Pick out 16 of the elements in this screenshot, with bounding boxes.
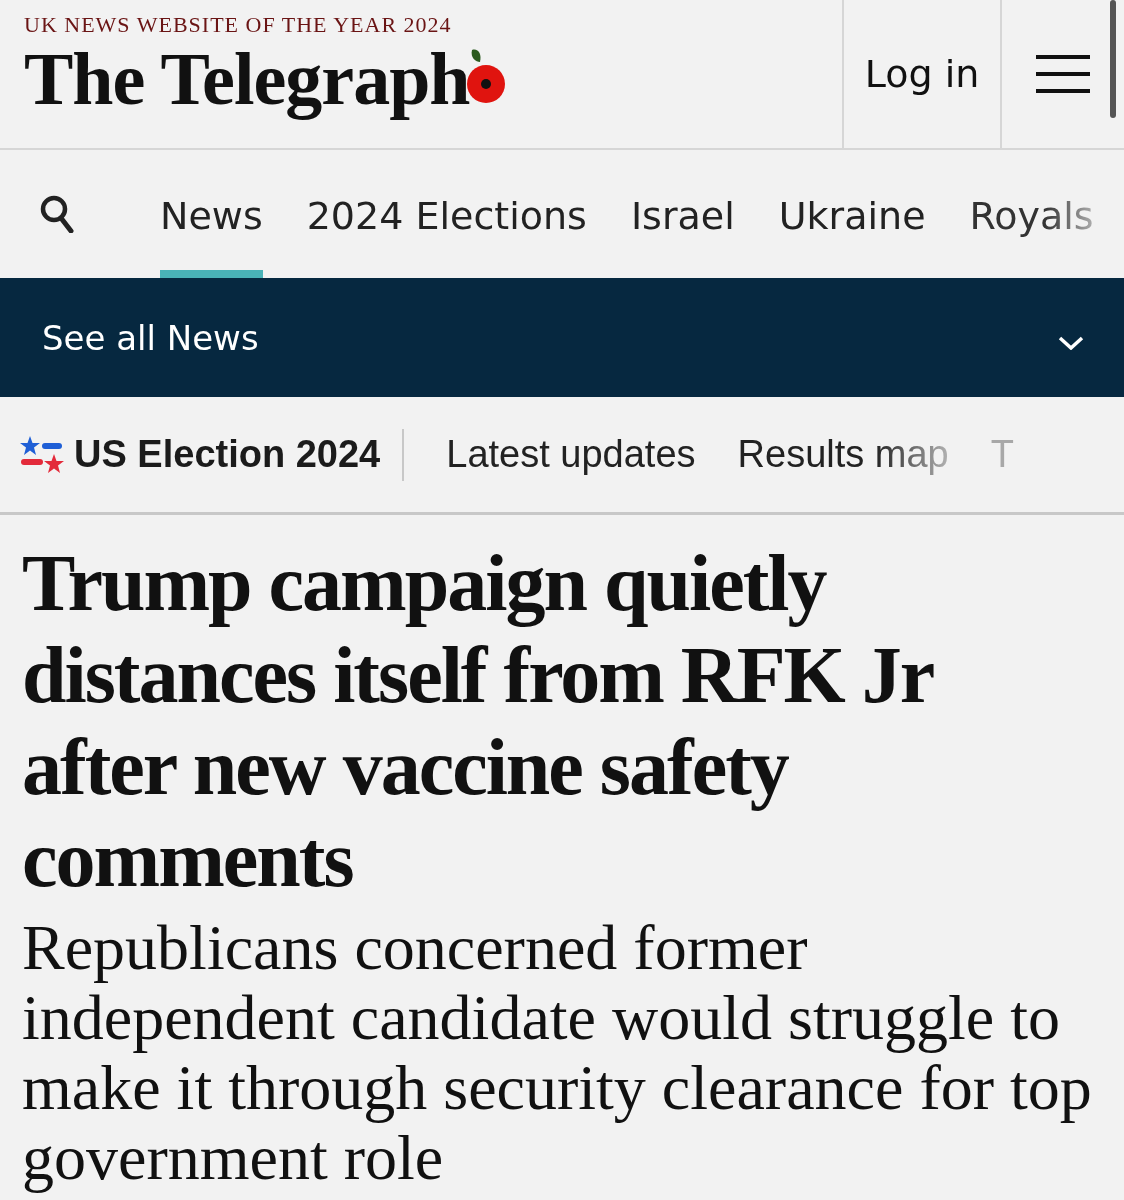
nav-tab[interactable]: Israel [630, 150, 735, 278]
nav-tab[interactable]: Ukraine [778, 150, 926, 278]
menu-icon [1036, 55, 1090, 93]
login-button[interactable]: Log in [842, 0, 1002, 148]
nav-tab[interactable]: Royals [969, 150, 1094, 278]
search-icon[interactable] [40, 195, 74, 233]
nav-tab[interactable]: 2024 Elections [306, 150, 587, 278]
headline: Trump campaign quietly distances itself from RFK Jr after new vaccine safety comments [22, 538, 934, 905]
chevron-down-icon [1058, 335, 1084, 350]
election-link[interactable]: Latest updates [446, 433, 696, 476]
election-title: US Election 2024 [74, 433, 381, 476]
tagline: UK NEWS WEBSITE OF THE YEAR 2024 [24, 12, 452, 38]
scrollbar[interactable] [1110, 0, 1116, 118]
flag-stars-icon [20, 434, 64, 475]
election-link[interactable]: Results map [737, 433, 949, 476]
standfirst: Republicans concerned former independent candidate would struggle to make it through security clearance for top government role [22, 913, 1093, 1193]
